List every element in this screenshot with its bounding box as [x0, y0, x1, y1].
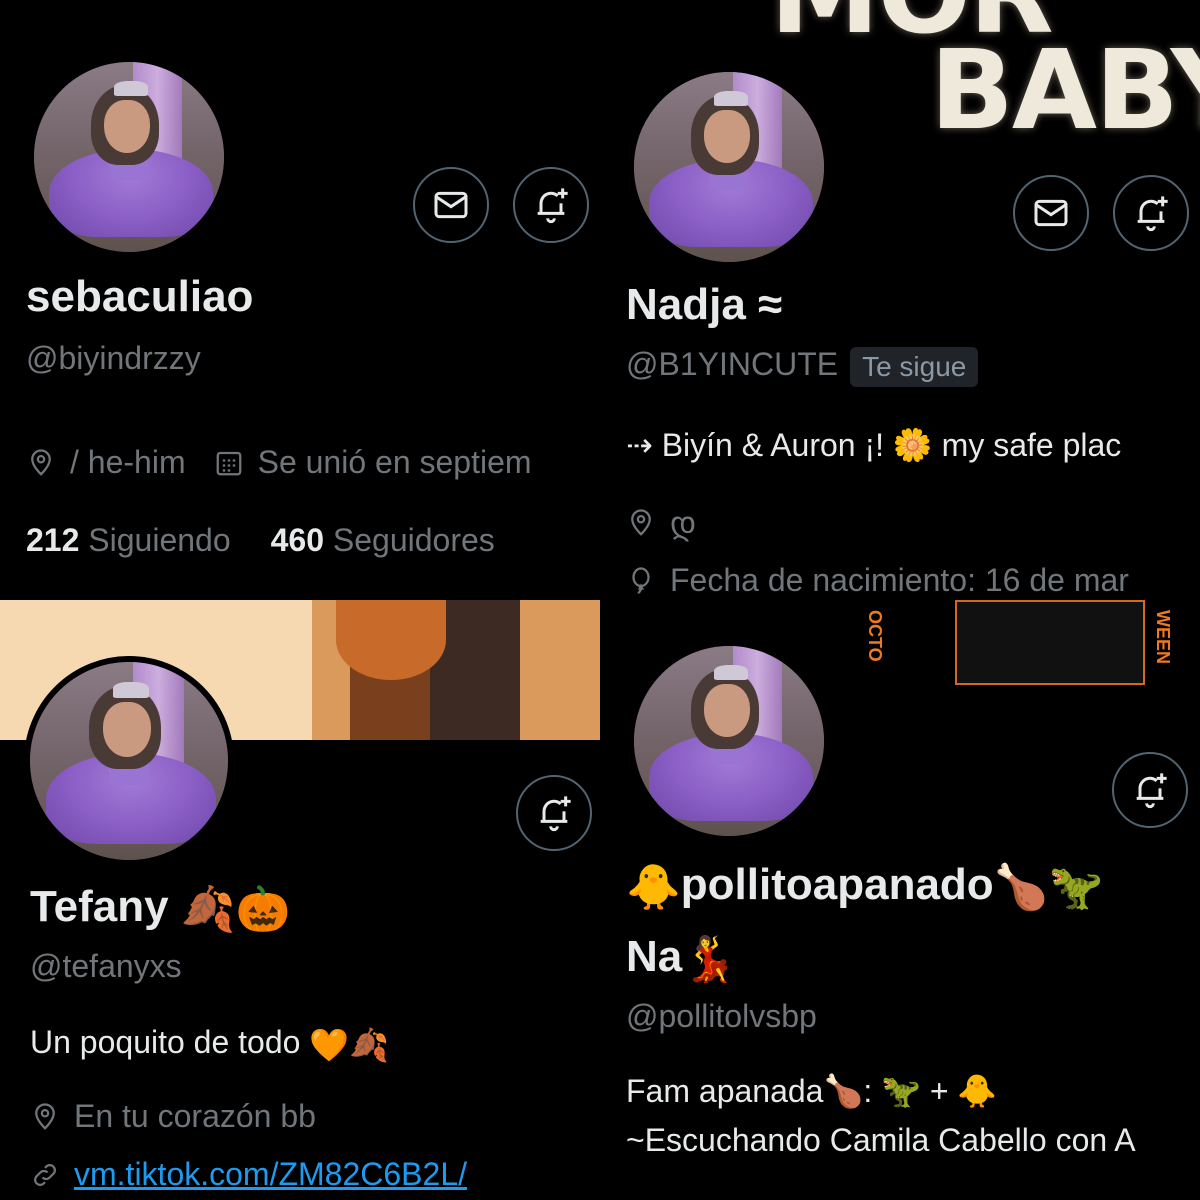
bell-plus-icon [1137, 196, 1168, 232]
location-row: En tu corazón bb [30, 1098, 316, 1135]
following-label: Siguiendo [88, 522, 231, 558]
avatar[interactable] [34, 62, 224, 252]
followers-stat[interactable]: 460 Seguidores [271, 522, 495, 559]
calendar-icon [216, 451, 241, 475]
bio-line-1: Fam apanada🍗: 🦖 + 🐥 [626, 1073, 998, 1109]
banner-image[interactable]: OCTO WEEN [855, 600, 1200, 690]
following-count: 212 [26, 522, 80, 558]
bio-line-2: ~Escuchando Camila Cabello con A [626, 1122, 1136, 1158]
handle: @tefanyxs [30, 948, 182, 984]
bio-row: Un poquito de todo 🧡🍂 [30, 1024, 389, 1064]
profile-meta-row: / he-him Se unió en septiem [26, 444, 532, 481]
location-text: დ [670, 505, 697, 541]
display-name-line2: Na💃 [626, 932, 737, 985]
handle-row: @B1YINCUTE Te sigue [626, 346, 979, 387]
notify-button[interactable] [516, 775, 592, 851]
banner-image[interactable]: MOR BABY [760, 0, 1200, 140]
bio-text: ⇢ Biyín & Auron ¡! 🌼 my safe plac [626, 427, 1122, 463]
map-pin-icon [35, 1102, 55, 1130]
bio-emoji: 🧡🍂 [309, 1026, 390, 1063]
envelope-icon [434, 191, 468, 219]
location-text: / he-him [70, 444, 186, 480]
bell-plus-icon [537, 188, 568, 224]
banner-text-right: WEEN [1153, 610, 1173, 664]
banner-text-left: OCTO [865, 610, 885, 662]
followers-label: Seguidores [332, 522, 495, 558]
joined-text: Se unió en septiem [257, 444, 532, 480]
display-name-suffix: Na [626, 932, 683, 981]
profile-panel-tefany: Tefany 🍂🎃 @tefanyxs Un poquito de todo 🧡… [0, 600, 600, 1200]
link-icon [34, 1163, 56, 1186]
followers-count: 460 [270, 522, 325, 558]
handle: @pollitolvsbp [626, 998, 817, 1034]
name-emoji-tail: 🍗🦖 [993, 863, 1104, 913]
message-button[interactable] [1013, 175, 1089, 251]
balloon-icon [632, 566, 650, 594]
display-name: Nadja ≈ [626, 280, 783, 329]
profile-panel-nadja: MOR BABY Nadja ≈ @B1YINCUTE Te sigue ⇢ Bi… [600, 0, 1200, 600]
birthday-row: Fecha de nacimiento: 16 de mar [626, 562, 1129, 599]
display-name: Tefany [30, 882, 169, 931]
stats-row: 212 Siguiendo 460 Seguidores [26, 522, 495, 559]
banner-text: BABY [930, 26, 1200, 140]
name-emoji-chick: 🐥 [626, 863, 681, 913]
handle: @B1YINCUTE [626, 346, 839, 382]
display-name: sebaculiao [26, 272, 254, 321]
notify-button[interactable] [1112, 752, 1188, 828]
map-pin-icon [31, 448, 51, 476]
message-button[interactable] [413, 167, 489, 243]
map-pin-icon [631, 509, 651, 536]
display-name-line1: 🐥pollitoapanado🍗🦖 [626, 860, 1103, 913]
avatar[interactable] [634, 646, 824, 836]
profile-panel-pollitoapanado: OCTO WEEN 🐥pollitoapanado🍗🦖 Na💃 @pollito… [600, 600, 1200, 1200]
display-name-row: Tefany 🍂🎃 [30, 882, 290, 935]
following-stat[interactable]: 212 Siguiendo [26, 522, 231, 559]
bio-text: Un poquito de todo [30, 1024, 301, 1060]
name-emoji: 🍂🎃 [180, 885, 291, 935]
profile-panel-sebaculiao: sebaculiao @biyindrzzy / he-him Se unió … [0, 0, 600, 600]
link-row: vm.tiktok.com/ZM82C6B2L/ [30, 1156, 467, 1193]
notify-button[interactable] [513, 167, 589, 243]
handle: @biyindrzzy [26, 340, 201, 376]
avatar[interactable] [24, 656, 234, 866]
follows-you-badge: Te sigue [850, 346, 979, 387]
location-text: En tu corazón bb [74, 1098, 316, 1134]
avatar[interactable] [634, 72, 824, 262]
bell-plus-icon [1136, 773, 1167, 809]
notify-button[interactable] [1113, 175, 1189, 251]
display-name: pollitoapanado [680, 860, 994, 909]
location-row: დ [626, 504, 696, 542]
birthday-text: Fecha de nacimiento: 16 de mar [670, 562, 1129, 598]
profile-link[interactable]: vm.tiktok.com/ZM82C6B2L/ [74, 1156, 467, 1193]
name-emoji-dancer: 💃 [682, 935, 738, 985]
envelope-icon [1034, 199, 1068, 227]
bell-plus-icon [540, 796, 571, 832]
